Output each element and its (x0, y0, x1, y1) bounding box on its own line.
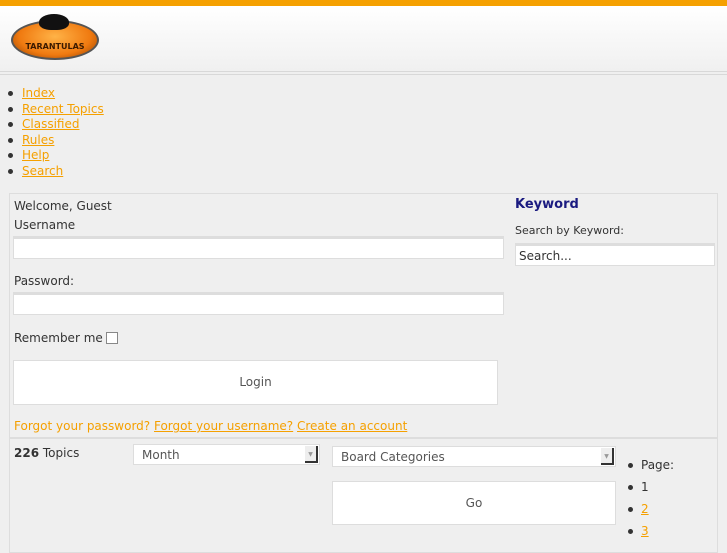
nav-item-recent-topics: Recent Topics (8, 102, 104, 118)
nav-item-search: Search (8, 164, 104, 180)
nav-link-search[interactable]: Search (22, 164, 63, 178)
page-label-item: Page: (628, 457, 674, 479)
topics-label: Topics (42, 446, 80, 460)
search-label: Search by Keyword: (515, 224, 624, 237)
remember-me-checkbox[interactable] (106, 332, 118, 344)
keyword-heading: Keyword (515, 197, 579, 212)
nav-link-index[interactable]: Index (22, 86, 55, 100)
login-button[interactable]: Login (13, 360, 498, 405)
current-page: 1 (641, 480, 649, 494)
password-label: Password: (14, 274, 75, 288)
go-button[interactable]: Go (332, 481, 616, 525)
welcome-text: Welcome, Guest (14, 199, 112, 213)
page-item: 3 (628, 523, 674, 545)
page-link-3[interactable]: 3 (641, 524, 649, 538)
nav-item-help: Help (8, 148, 104, 164)
page-link-2[interactable]: 2 (641, 502, 649, 516)
nav-link-rules[interactable]: Rules (22, 133, 54, 147)
nav-link-help[interactable]: Help (22, 148, 49, 162)
nav-item-index: Index (8, 86, 104, 102)
main-nav: Index Recent Topics Classified Rules Hel… (8, 86, 104, 179)
month-select[interactable]: Month ▼ (133, 444, 320, 465)
dropdown-arrow-icon: ▼ (305, 446, 318, 463)
logo-text: TARANTULAS (25, 41, 85, 51)
category-select-value: Board Categories (341, 450, 445, 464)
username-label: Username (14, 218, 76, 232)
dropdown-arrow-icon: ▼ (601, 448, 614, 465)
site-logo[interactable]: TARANTULAS (11, 14, 99, 60)
page-item: 2 (628, 501, 674, 523)
nav-link-recent-topics[interactable]: Recent Topics (22, 102, 104, 116)
section-divider (9, 437, 718, 439)
username-input[interactable] (13, 236, 504, 259)
password-input[interactable] (13, 292, 504, 315)
topic-count: 226 (14, 446, 40, 460)
forgot-username-link[interactable]: Forgot your username? (154, 419, 293, 433)
page-label: Page: (641, 458, 675, 472)
month-select-value: Month (142, 448, 180, 462)
header: TARANTULAS (0, 6, 727, 72)
nav-item-rules: Rules (8, 133, 104, 149)
remember-me-label: Remember me (14, 331, 103, 345)
forgot-password-text: Forgot your password? (14, 419, 151, 433)
page-item-current: 1 (628, 479, 674, 501)
pagination: Page: 1 2 3 (628, 457, 674, 545)
spider-icon (39, 14, 69, 30)
board-categories-select[interactable]: Board Categories ▼ (332, 446, 616, 467)
divider (0, 74, 727, 75)
nav-link-classified[interactable]: Classified (22, 117, 79, 131)
nav-item-classified: Classified (8, 117, 104, 133)
search-input[interactable] (515, 243, 715, 266)
create-account-link[interactable]: Create an account (297, 419, 407, 433)
